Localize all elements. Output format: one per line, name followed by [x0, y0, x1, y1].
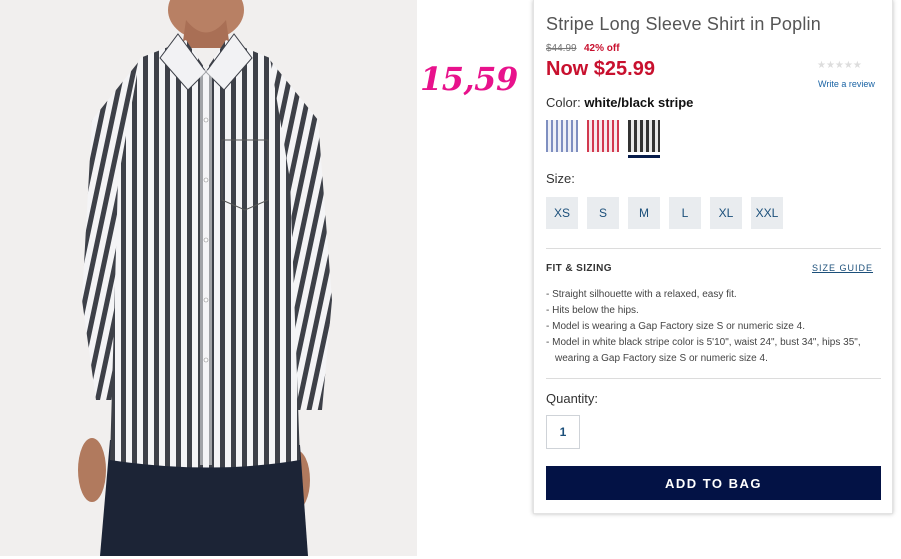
swatch-white-black-stripe[interactable] — [628, 120, 660, 158]
list-item: Straight silhouette with a relaxed, easy… — [546, 287, 886, 303]
rating-stars-icon: ★★★★★ — [817, 60, 862, 71]
quantity-field[interactable]: 1 — [546, 415, 580, 449]
original-price: $44.99 — [546, 43, 577, 54]
swatch-red-stripe[interactable] — [587, 120, 619, 152]
product-image[interactable] — [0, 0, 417, 556]
fit-sizing-heading: FIT & SIZING — [546, 263, 612, 274]
add-to-bag-button[interactable]: ADD TO BAG — [546, 466, 881, 500]
divider — [546, 248, 881, 249]
product-details-panel: Stripe Long Sleeve Shirt in Poplin $44.9… — [533, 0, 893, 514]
size-button-s[interactable]: S — [587, 197, 619, 229]
sale-price: Now $25.99 — [546, 58, 655, 80]
list-item: Hits below the hips. — [546, 303, 886, 319]
model-shirt-illustration — [78, 0, 332, 556]
quantity-label: Quantity: — [546, 391, 599, 406]
size-guide-link[interactable]: SIZE GUIDE — [812, 263, 873, 273]
swatch-blue-stripe[interactable] — [546, 120, 578, 152]
list-item: Model in white black stripe color is 5'1… — [546, 335, 886, 367]
size-button-xs[interactable]: XS — [546, 197, 578, 229]
selected-color-value: white/black stripe — [584, 95, 694, 110]
size-options: XS S M L XL XXL — [546, 197, 783, 229]
size-button-xxl[interactable]: XXL — [751, 197, 783, 229]
size-button-m[interactable]: M — [628, 197, 660, 229]
handwritten-price-annotation: 15,59 — [420, 60, 518, 98]
divider — [546, 378, 881, 379]
size-label: Size: — [546, 171, 575, 186]
color-row: Color: white/black stripe — [546, 95, 693, 110]
size-button-l[interactable]: L — [669, 197, 701, 229]
color-swatches — [546, 120, 660, 158]
size-button-xl[interactable]: XL — [710, 197, 742, 229]
write-review-link[interactable]: Write a review — [818, 79, 875, 89]
fit-details-list: Straight silhouette with a relaxed, easy… — [546, 287, 886, 367]
color-label: Color: — [546, 95, 581, 110]
product-title: Stripe Long Sleeve Shirt in Poplin — [546, 14, 821, 34]
list-item: Model is wearing a Gap Factory size S or… — [546, 319, 886, 335]
discount-badge: 42% off — [584, 43, 620, 54]
